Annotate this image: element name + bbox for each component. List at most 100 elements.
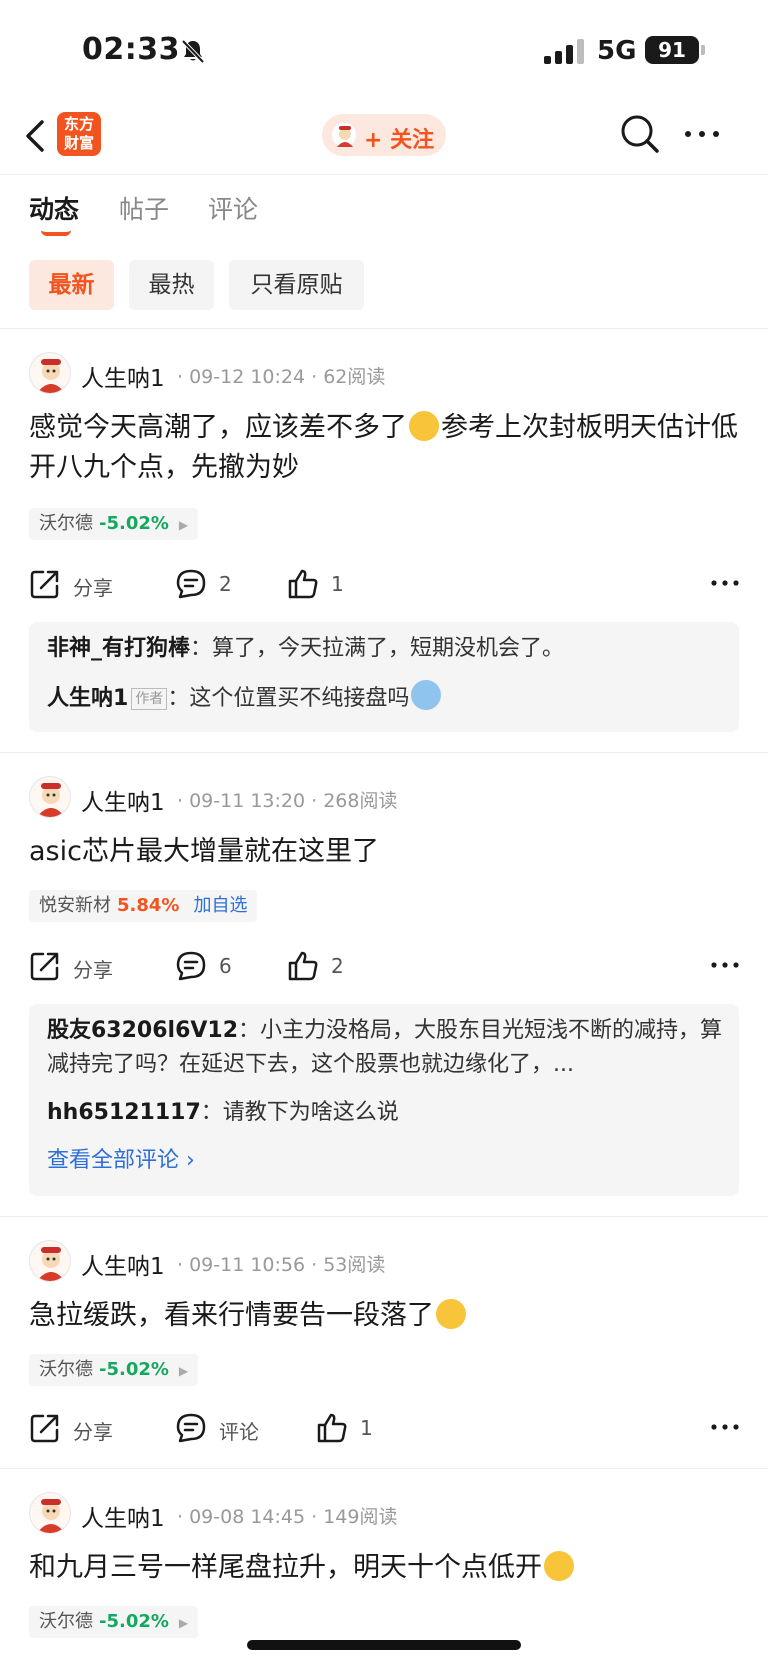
comment-item: 股友63206l6V12：小主力没格局，大股东目光短浅不断的减持，算减持完了吗？… (47, 1014, 727, 1082)
stock-tag[interactable]: 悦安新材 5.84% 加自选 (29, 890, 258, 922)
action-bar: 分享 评论 1 (29, 1408, 739, 1448)
like-count: 1 (360, 1416, 373, 1440)
stock-tag[interactable]: 沃尔德 -5.02% ▶ (29, 1354, 199, 1386)
comment-text: ：这个位置买不纯接盘吗 (167, 686, 410, 711)
logo-line-1: 东方 (63, 115, 94, 133)
app-logo[interactable]: 东方 财富 (57, 112, 101, 156)
comment-item: hh65121117：请教下为啥这么说 (47, 1096, 727, 1130)
comment-label: 评论 (219, 1420, 259, 1444)
comment-user[interactable]: 人生呐1 (47, 686, 128, 711)
author-badge: 作者 (131, 688, 168, 710)
post-text[interactable]: 急拉缓跌，看来行情要告一段落了 (29, 1296, 739, 1336)
comment-item: 非神_有打狗棒：算了，今天拉满了，短期没机会了。 (47, 632, 727, 666)
avatar[interactable] (29, 352, 71, 394)
home-indicator[interactable] (247, 1640, 521, 1650)
stock-change: -5.02% (99, 1359, 169, 1380)
divider (0, 752, 768, 753)
author-name[interactable]: 人生呐1 (81, 359, 165, 393)
view-all-comments-link[interactable]: 查看全部评论 › (47, 1142, 195, 1174)
avatar[interactable] (29, 776, 71, 818)
share-label: 分享 (73, 1420, 113, 1444)
author-name[interactable]: 人生呐1 (81, 1247, 165, 1281)
post-meta: · 09-11 13:20 · 268阅读 (177, 790, 398, 812)
back-chevron-icon[interactable] (22, 118, 50, 154)
stock-tag[interactable]: 沃尔德 -5.02% ▶ (29, 1606, 199, 1638)
tab-activity[interactable]: 动态 (29, 190, 79, 226)
comment-item: 人生呐1 作者 ：这个位置买不纯接盘吗 (47, 680, 727, 716)
tab-posts[interactable]: 帖子 (119, 190, 169, 226)
grinning-squint-emoji-icon (436, 1299, 466, 1329)
comment-count: 2 (219, 572, 232, 596)
status-time: 02:33 (82, 32, 180, 67)
add-watchlist-link[interactable]: 加自选 (193, 895, 247, 916)
avatar[interactable] (29, 1492, 71, 1534)
hand-over-mouth-emoji-icon (544, 1551, 574, 1581)
battery-tip (701, 45, 705, 55)
thumbs-up-icon (288, 951, 318, 981)
stock-name: 悦安新材 (39, 895, 111, 916)
comment-user[interactable]: 非神_有打狗棒 (47, 636, 190, 661)
post-text[interactable]: 感觉今天高潮了，应该差不多了 参考上次封板明天估计低开八九个点，先撤为妙 (29, 408, 739, 488)
post-text[interactable]: asic芯片最大增量就在这里了 (29, 832, 739, 872)
filter-original-only[interactable]: 只看原贴 (229, 260, 364, 310)
like-count: 1 (331, 572, 344, 596)
more-options-icon[interactable] (711, 1424, 739, 1430)
share-icon (30, 1414, 59, 1443)
post-card[interactable]: 人生呐1 · 09-11 13:20 · 268阅读 asic芯片最大增量就在这… (0, 776, 768, 1196)
stock-change: 5.84% (117, 895, 180, 916)
avatar[interactable] (29, 1240, 71, 1282)
more-options-icon[interactable] (711, 580, 739, 586)
post-text-part: 和九月三号一样尾盘拉升，明天十个点低开 (29, 1552, 542, 1583)
action-bar: 分享 6 2 (29, 946, 739, 986)
post-text[interactable]: 和九月三号一样尾盘拉升，明天十个点低开 (29, 1548, 739, 1588)
comment-preview[interactable]: 非神_有打狗棒：算了，今天拉满了，短期没机会了。 人生呐1 作者 ：这个位置买不纯接… (29, 622, 739, 732)
bell-muted-icon (181, 39, 205, 64)
post-text-part: 急拉缓跌，看来行情要告一段落了 (29, 1300, 434, 1331)
share-icon (30, 570, 59, 599)
comment-text: ：算了，今天拉满了，短期没机会了。 (190, 636, 565, 661)
nav-divider (0, 174, 768, 175)
signal-icon (544, 39, 584, 64)
filter-hottest[interactable]: 最热 (129, 260, 214, 310)
author-name[interactable]: 人生呐1 (81, 783, 165, 817)
dog-face-emoji-icon (409, 411, 439, 441)
comment-icon (176, 1413, 206, 1443)
network-label: 5G (597, 36, 637, 66)
post-header: 人生呐1 · 09-11 13:20 · 268阅读 (29, 776, 749, 820)
comment-user[interactable]: 股友63206l6V12 (47, 1018, 238, 1043)
battery-level: 91 (658, 38, 686, 62)
crying-laughing-emoji-icon (411, 680, 442, 710)
stock-tag[interactable]: 沃尔德 -5.02% ▶ (29, 508, 199, 540)
post-header: 人生呐1 · 09-12 10:24 · 62阅读 (29, 352, 749, 396)
filter-latest[interactable]: 最新 (29, 260, 114, 310)
more-options-icon[interactable] (684, 130, 720, 138)
author-name[interactable]: 人生呐1 (81, 1499, 165, 1533)
stock-change: -5.02% (99, 1611, 169, 1632)
share-icon (30, 952, 59, 981)
post-meta: · 09-08 14:45 · 149阅读 (177, 1506, 398, 1528)
follow-button[interactable]: + 关注 (322, 114, 446, 156)
divider (0, 328, 768, 329)
post-card[interactable]: 人生呐1 · 09-08 14:45 · 149阅读 和九月三号一样尾盘拉升，明… (0, 1492, 768, 1662)
share-label: 分享 (73, 576, 113, 600)
divider (0, 1468, 768, 1469)
stock-name: 沃尔德 (39, 1359, 93, 1380)
comment-icon (176, 569, 206, 599)
comment-count: 6 (219, 954, 232, 978)
post-card[interactable]: 人生呐1 · 09-12 10:24 · 62阅读 感觉今天高潮了，应该差不多了… (0, 352, 768, 732)
post-card[interactable]: 人生呐1 · 09-11 10:56 · 53阅读 急拉缓跌，看来行情要告一段落… (0, 1240, 768, 1470)
status-bar: 02:33 5G 91 (0, 0, 768, 100)
more-options-icon[interactable] (711, 962, 739, 968)
nav-bar: 东方 财富 + 关注 (0, 100, 768, 172)
thumbs-up-icon (317, 1413, 347, 1443)
comment-user[interactable]: hh65121117 (47, 1100, 201, 1125)
post-meta: · 09-11 10:56 · 53阅读 (177, 1254, 386, 1276)
tab-comments[interactable]: 评论 (208, 190, 258, 226)
battery-icon: 91 (645, 36, 699, 64)
post-meta: · 09-12 10:24 · 62阅读 (177, 366, 386, 388)
comment-preview[interactable]: 股友63206l6V12：小主力没格局，大股东目光短浅不断的减持，算减持完了吗？… (29, 1004, 739, 1196)
stock-name: 沃尔德 (39, 1611, 93, 1632)
search-icon[interactable] (620, 114, 660, 154)
play-arrow-icon: ▶ (178, 518, 189, 532)
play-arrow-icon: ▶ (178, 1616, 189, 1630)
